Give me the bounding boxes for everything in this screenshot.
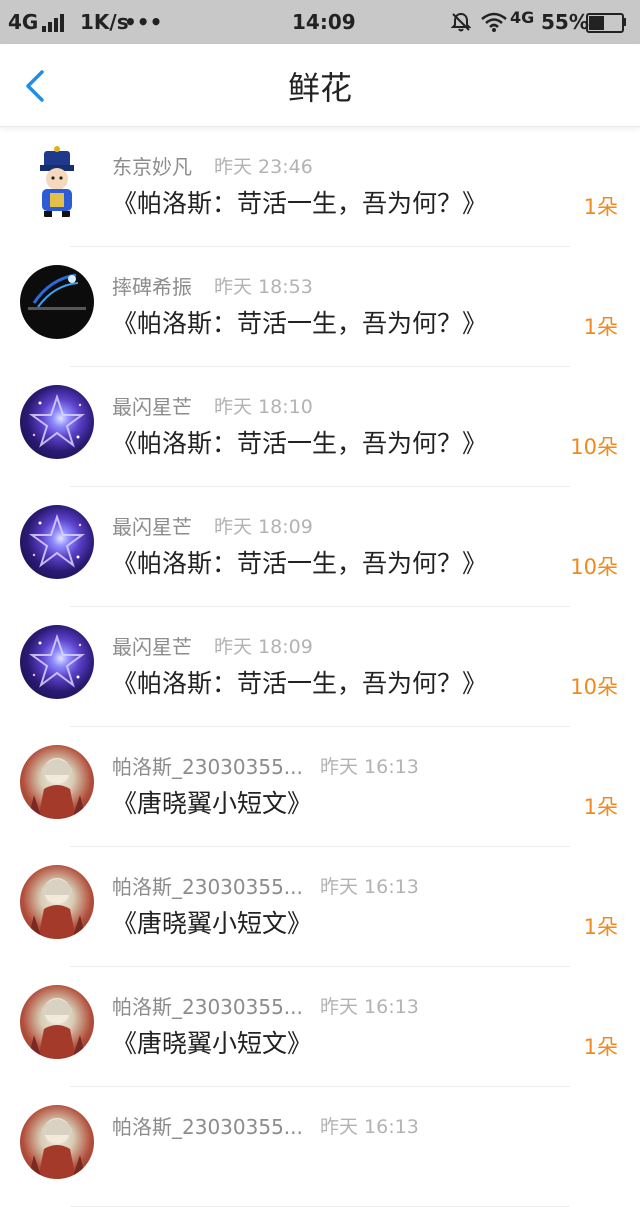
list-item[interactable]: 帕洛斯_23030355... 昨天 16:13 《唐晓翼小短文》 1朵 [0,967,640,1087]
avatar[interactable] [20,745,94,819]
timestamp: 昨天 18:09 [214,516,313,538]
book-title[interactable]: 《唐晓翼小短文》 [112,907,312,941]
book-title[interactable]: 《帕洛斯：苛活一生，吾为何？》 [112,187,487,221]
avatar[interactable] [20,505,94,579]
avatar[interactable] [20,385,94,459]
avatar[interactable] [20,865,94,939]
flower-count: 1朵 [583,195,618,219]
user-name[interactable]: 摔碑希振 [112,273,192,301]
book-title[interactable]: 《唐晓翼小短文》 [112,1027,312,1061]
network-type: 4G [8,10,39,34]
user-name[interactable]: 最闪星芒 [112,633,192,661]
list-item[interactable]: 帕洛斯_23030355... 昨天 16:13 《唐晓翼小短文》 1朵 [0,847,640,967]
list-item[interactable]: 摔碑希振 昨天 18:53 《帕洛斯：苛活一生，吾为何？》 1朵 [0,247,640,367]
flower-count: 1朵 [583,315,618,339]
book-title[interactable]: 《帕洛斯：苛活一生，吾为何？》 [112,307,487,341]
timestamp: 昨天 18:10 [214,396,313,418]
timestamp: 昨天 16:13 [320,996,419,1018]
user-name[interactable]: 东京妙凡 [112,153,192,181]
timestamp: 昨天 18:09 [214,636,313,658]
more-dots: ••• [124,10,163,34]
avatar[interactable] [20,265,94,339]
network-speed: 1K/s [80,10,129,34]
avatar[interactable] [20,145,94,219]
flower-list: 东京妙凡 昨天 23:46 《帕洛斯：苛活一生，吾为何？》 1朵 摔碑希振 昨天 18:5… [0,127,640,1207]
book-title[interactable]: 《帕洛斯：苛活一生，吾为何？》 [112,667,487,701]
avatar[interactable] [20,985,94,1059]
timestamp: 昨天 23:46 [214,156,313,178]
avatar[interactable] [20,625,94,699]
flower-count: 1朵 [583,1035,618,1059]
clock: 14:09 [292,10,356,34]
status-bar: 4G 1K/s ••• 14:09 4G 55% [0,0,640,44]
user-name[interactable]: 帕洛斯_23030355... [112,873,303,901]
list-item[interactable]: 东京妙凡 昨天 23:46 《帕洛斯：苛活一生，吾为何？》 1朵 [0,127,640,247]
list-item[interactable]: 最闪星芒 昨天 18:09 《帕洛斯：苛活一生，吾为何？》 10朵 [0,607,640,727]
list-item[interactable]: 最闪星芒 昨天 18:09 《帕洛斯：苛活一生，吾为何？》 10朵 [0,487,640,607]
user-name[interactable]: 帕洛斯_23030355... [112,753,303,781]
user-name[interactable]: 最闪星芒 [112,513,192,541]
book-title[interactable]: 《帕洛斯：苛活一生，吾为何？》 [112,547,487,581]
flower-count: 10朵 [570,675,618,699]
list-item[interactable]: 最闪星芒 昨天 18:10 《帕洛斯：苛活一生，吾为何？》 10朵 [0,367,640,487]
timestamp: 昨天 16:13 [320,1116,419,1138]
flower-count: 10朵 [570,555,618,579]
mute-bell-icon [450,12,472,32]
header-bar: 鲜花 [0,44,640,127]
list-item[interactable]: 帕洛斯_23030355... 昨天 16:13 [0,1087,640,1207]
timestamp: 昨天 16:13 [320,876,419,898]
battery-icon [586,13,626,33]
flower-count: 10朵 [570,435,618,459]
battery-percent: 55% [541,10,589,34]
avatar[interactable] [20,1105,94,1179]
network-type-2: 4G [510,8,535,27]
list-item[interactable]: 帕洛斯_23030355... 昨天 16:13 《唐晓翼小短文》 1朵 [0,727,640,847]
user-name[interactable]: 帕洛斯_23030355... [112,1113,303,1141]
page-title: 鲜花 [287,69,352,107]
flower-count: 1朵 [583,915,618,939]
timestamp: 昨天 18:53 [214,276,313,298]
flower-count: 1朵 [583,795,618,819]
book-title[interactable]: 《唐晓翼小短文》 [112,787,312,821]
book-title[interactable]: 《帕洛斯：苛活一生，吾为何？》 [112,427,487,461]
user-name[interactable]: 帕洛斯_23030355... [112,993,303,1021]
user-name[interactable]: 最闪星芒 [112,393,192,421]
timestamp: 昨天 16:13 [320,756,419,778]
wifi-icon [481,12,507,32]
signal-icon [42,12,68,32]
